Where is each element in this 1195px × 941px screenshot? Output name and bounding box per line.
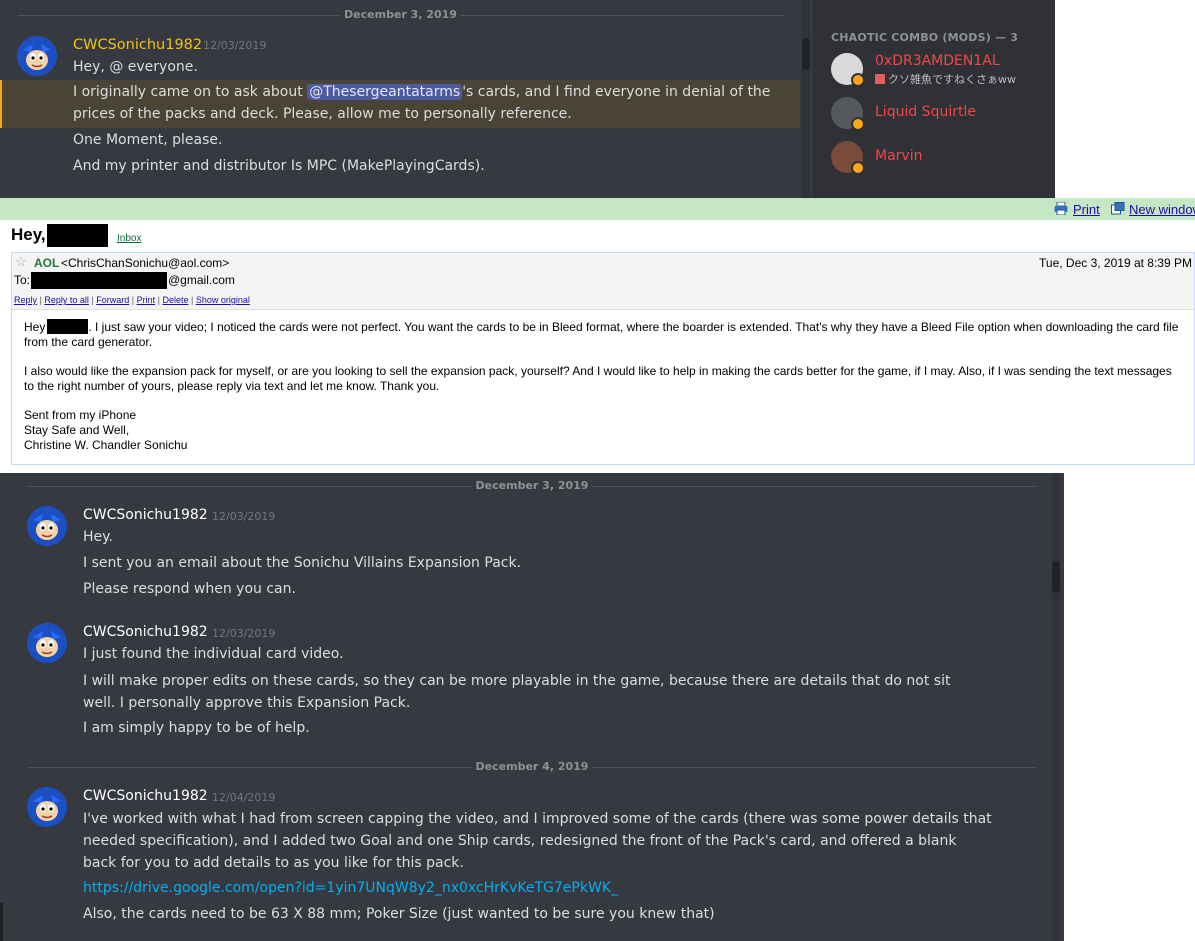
recipient-address: @gmail.com <box>168 273 235 287</box>
reply-link[interactable]: Reply <box>14 295 37 305</box>
message-line: Please respond when you can. <box>83 581 296 597</box>
print-action-link[interactable]: Print <box>137 295 156 305</box>
sonichu-avatar-icon <box>27 623 67 663</box>
message-timestamp: 12/04/2019 <box>212 791 276 804</box>
member-name[interactable]: Marvin <box>875 148 922 164</box>
sonichu-avatar-icon <box>27 787 67 827</box>
message-timestamp: 12/03/2019 <box>212 510 276 523</box>
date-divider-label: December 3, 2019 <box>471 479 593 492</box>
message-timestamp: 12/03/2019 <box>212 627 276 640</box>
message-text: I originally came on to ask about <box>73 84 308 100</box>
date-divider: December 4, 2019 <box>28 760 1036 773</box>
email-header: ☆ AOL <ChrisChanSonichu@aol.com> Tue, De… <box>12 253 1194 310</box>
email-signature-line: Sent from my iPhone <box>24 408 137 422</box>
member-list: CHAOTIC COMBO (MODS) — 3 0xDR3AMDEN1AL ク… <box>813 0 1055 198</box>
inbox-label[interactable]: Inbox <box>117 233 141 244</box>
email-signature-line: Stay Safe and Well, <box>24 423 130 437</box>
star-icon[interactable]: ☆ <box>15 254 27 270</box>
message-line: Also, the cards need to be 63 X 88 mm; P… <box>83 906 715 922</box>
drive-link[interactable]: https://drive.google.com/open?id=1yin7UN… <box>83 880 618 896</box>
idle-status-icon <box>851 161 865 175</box>
redaction-bar <box>31 272 167 289</box>
date-divider: December 3, 2019 <box>18 8 783 21</box>
email-subject: Hey, <box>11 225 46 244</box>
message-line: One Moment, please. <box>73 132 223 148</box>
email-message: ☆ AOL <ChrisChanSonichu@aol.com> Tue, De… <box>11 252 1195 465</box>
message-line: Hey. <box>83 529 113 545</box>
avatar[interactable] <box>27 506 67 546</box>
avatar[interactable] <box>27 787 67 827</box>
recipient-label: To: <box>14 273 31 287</box>
email-date: Tue, Dec 3, 2019 at 8:39 PM <box>1039 256 1192 270</box>
sender-address: <ChrisChanSonichu@aol.com> <box>61 256 230 270</box>
message-line: And my printer and distributor Is MPC (M… <box>73 158 485 174</box>
email-paragraph: Hey. I just saw your video; I noticed th… <box>24 319 1179 349</box>
sonichu-avatar-icon <box>17 36 57 76</box>
discord-top-panel: December 3, 2019 CWCSonichu1982 12/03/20… <box>0 0 1055 198</box>
redaction-bar <box>47 319 89 334</box>
scrollbar[interactable] <box>1052 473 1060 941</box>
delete-link[interactable]: Delete <box>162 295 188 305</box>
forward-link[interactable]: Forward <box>96 295 129 305</box>
scrollbar-thumb[interactable] <box>1052 561 1060 593</box>
message-text: 's cards, and I find everyone in denial … <box>462 84 771 100</box>
print-icon[interactable] <box>1054 202 1068 215</box>
message-author[interactable]: CWCSonichu1982 <box>73 37 202 53</box>
redaction-bar <box>47 224 108 247</box>
email-paragraph: I also would like the expansion pack for… <box>24 364 1172 393</box>
emoji-icon <box>875 74 885 84</box>
message-line: I originally came on to ask about @These… <box>73 84 770 100</box>
email-body: Hey. I just saw your video; I noticed th… <box>24 319 1184 453</box>
message-line: I sent you an email about the Sonichu Vi… <box>83 555 522 571</box>
date-divider-label: December 3, 2019 <box>340 8 461 21</box>
sender-name: AOL <box>34 256 60 270</box>
date-divider-label: December 4, 2019 <box>471 760 593 773</box>
message-line: I am simply happy to be of help. <box>83 720 310 736</box>
scrollbar-thumb[interactable] <box>802 38 810 70</box>
message-line: Hey, @ everyone. <box>73 59 198 75</box>
message-line: prices of the packs and deck. Please, al… <box>73 106 572 122</box>
message-author[interactable]: CWCSonichu1982 <box>83 507 208 523</box>
email-toolbar: Print New window <box>0 198 1195 220</box>
message-timestamp: 12/03/2019 <box>203 39 267 52</box>
message-line: I will make proper edits on these cards,… <box>83 673 951 711</box>
idle-status-icon <box>851 117 865 131</box>
avatar[interactable] <box>27 623 67 663</box>
new-window-icon[interactable] <box>1111 202 1125 215</box>
scrollbar[interactable] <box>802 0 810 198</box>
sonichu-avatar-icon <box>27 506 67 546</box>
show-original-link[interactable]: Show original <box>196 295 250 305</box>
member-custom-status: クソ雑魚ですねくさぁww <box>875 71 1016 87</box>
message-author[interactable]: CWCSonichu1982 <box>83 788 208 804</box>
avatar[interactable] <box>17 36 57 76</box>
new-window-link[interactable]: New window <box>1129 202 1195 217</box>
member-name[interactable]: 0xDR3AMDEN1AL <box>875 53 1000 69</box>
idle-status-icon <box>851 73 865 87</box>
message-line: I just found the individual card video. <box>83 646 344 662</box>
member-section-title: CHAOTIC COMBO (MODS) — 3 <box>831 31 1019 44</box>
email-actions: Reply | Reply to all | Forward | Print |… <box>14 295 250 305</box>
message-line: I've worked with what I had from screen … <box>83 811 992 871</box>
discord-bottom-panel: December 3, 2019 CWCSonichu1982 12/03/20… <box>0 473 1064 941</box>
member-name[interactable]: Liquid Squirtle <box>875 104 976 120</box>
date-divider: December 3, 2019 <box>28 479 1036 492</box>
reply-all-link[interactable]: Reply to all <box>44 295 89 305</box>
email-signature-line: Christine W. Chandler Sonichu <box>24 438 188 452</box>
left-edge-bar <box>0 903 3 941</box>
print-link[interactable]: Print <box>1073 202 1100 217</box>
user-mention[interactable]: @Thesergeantatarms <box>307 84 463 100</box>
message-author[interactable]: CWCSonichu1982 <box>83 624 208 640</box>
